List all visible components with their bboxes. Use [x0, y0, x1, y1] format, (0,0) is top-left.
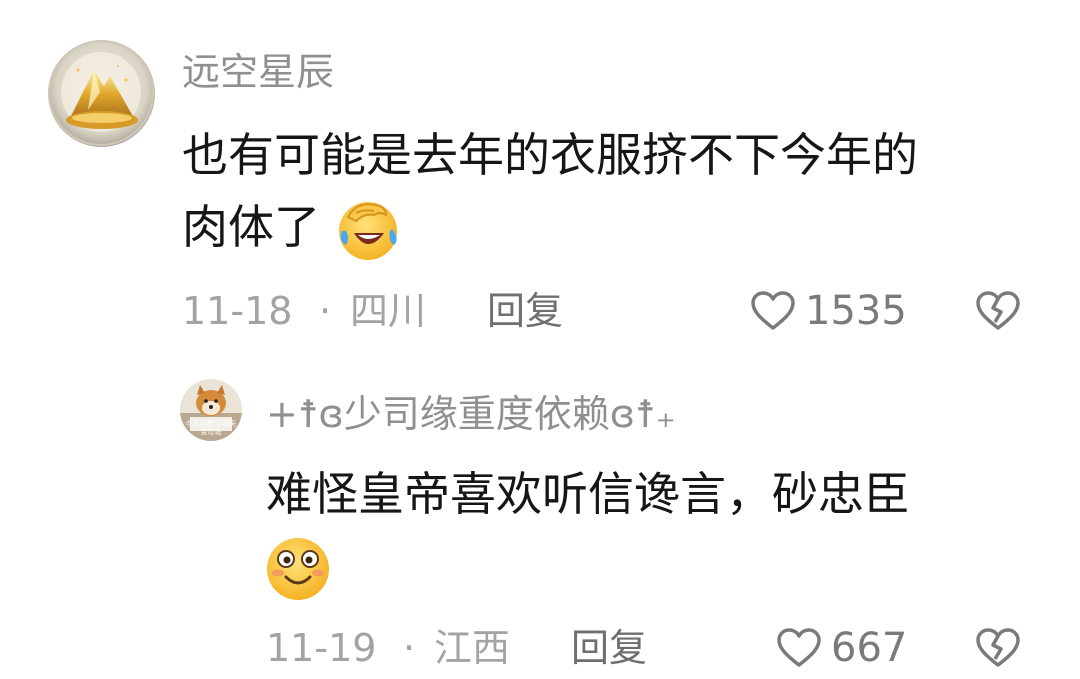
- like-count: 667: [831, 625, 908, 671]
- heart-outline-icon[interactable]: [750, 290, 796, 332]
- reply-comment-item: 今天不学习 明天变垃圾 +☨ɞ少司缘重度依赖ɞ☨₊ 难怪皇帝喜欢听信谗言，砂忠臣…: [0, 345, 1080, 679]
- meta-separator: ·: [403, 626, 416, 670]
- broken-heart-icon[interactable]: [974, 627, 1022, 669]
- reply-button[interactable]: 回复: [487, 288, 563, 334]
- reply-button[interactable]: 回复: [571, 625, 647, 671]
- facepalm-laughing-emoji: [334, 195, 402, 263]
- comment-date: 11-18: [182, 289, 293, 333]
- smiling-face-emoji: [264, 535, 332, 603]
- comment-username[interactable]: 远空星辰: [182, 46, 334, 98]
- comment-username[interactable]: +☨ɞ少司缘重度依赖ɞ☨₊: [266, 389, 676, 439]
- comment-date: 11-19: [266, 626, 377, 670]
- comment-text-line2: 肉体了: [182, 200, 320, 254]
- meta-separator: ·: [319, 289, 332, 333]
- avatar-caption: 今天不学习 明天变垃圾: [185, 420, 237, 436]
- comment-location: 四川: [350, 289, 427, 333]
- comment-location: 江西: [434, 626, 511, 670]
- avatar[interactable]: [48, 40, 155, 147]
- heart-outline-icon[interactable]: [776, 627, 822, 669]
- comment-text-line1: 难怪皇帝喜欢听信谗言，砂忠臣: [266, 467, 910, 521]
- broken-heart-icon[interactable]: [974, 290, 1022, 332]
- comment-item: 远空星辰 也有可能是去年的衣服挤不下今年的 肉体了 11-18 · 四川 回复: [0, 0, 1080, 345]
- comment-text-line1: 也有可能是去年的衣服挤不下今年的: [182, 128, 918, 182]
- like-count: 1535: [805, 288, 907, 334]
